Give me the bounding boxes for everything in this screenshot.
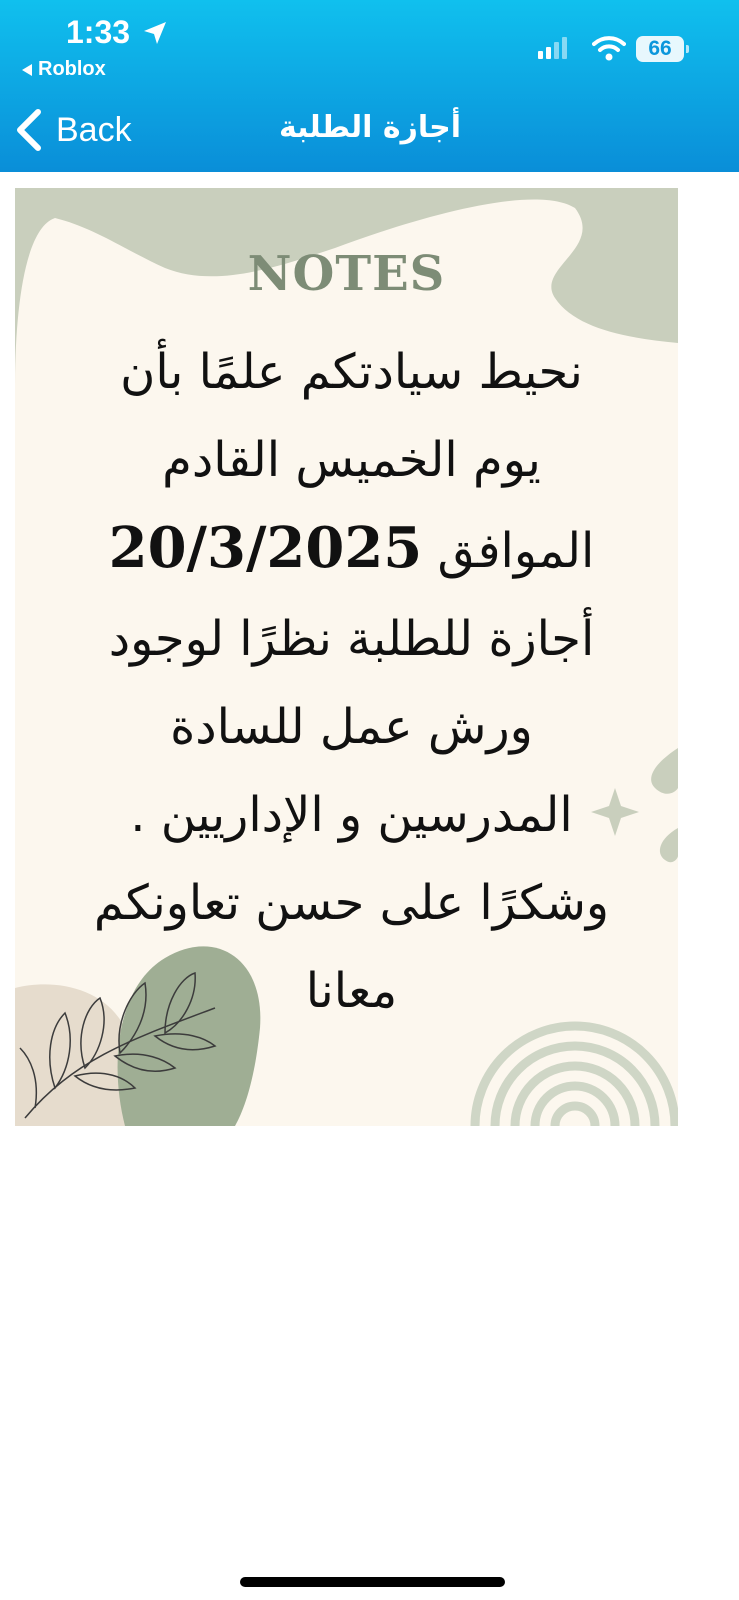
holiday-date: 20/3/2025	[108, 515, 423, 581]
notes-heading: NOTES	[247, 246, 446, 302]
announcement-line: ورش عمل للسادة	[170, 699, 533, 755]
back-button[interactable]: Back	[14, 106, 132, 154]
back-to-app-link[interactable]: Roblox	[22, 58, 106, 81]
announcement-line: معانا	[305, 963, 398, 1019]
cellular-signal-icon	[538, 37, 567, 59]
battery-indicator: 66	[636, 36, 684, 62]
page-title: أجازة الطلبة	[278, 110, 462, 145]
status-time: 1:33	[66, 14, 131, 50]
app-header: 1:33 Roblox 66 Back أجازة الطلبة	[0, 0, 739, 172]
announcement-text: نحيط سيادتكم علمًا بأن يوم الخميس القادم…	[55, 328, 648, 1035]
back-triangle-icon	[22, 63, 32, 76]
wifi-icon	[592, 36, 626, 61]
announcement-line: نحيط سيادتكم علمًا بأن	[120, 344, 583, 400]
chevron-left-icon	[17, 109, 41, 151]
announcement-line: المدرسين و الإداريين .	[130, 787, 573, 843]
announcement-line: أجازة للطلبة نظرًا لوجود	[108, 611, 595, 667]
notes-image: NOTES نحيط سيادتكم علمًا بأن يوم الخميس …	[15, 188, 678, 1126]
announcement-line: الموافق	[437, 523, 595, 579]
location-arrow-icon	[144, 22, 166, 44]
announcement-line: يوم الخميس القادم	[162, 432, 541, 488]
back-app-label: Roblox	[38, 58, 106, 80]
battery-nub	[686, 45, 689, 53]
back-button-label: Back	[56, 110, 132, 149]
announcement-date-line: الموافق 20/3/2025	[55, 504, 648, 595]
announcement-line: وشكرًا على حسن تعاونكم	[93, 875, 610, 931]
home-indicator[interactable]	[240, 1577, 505, 1587]
